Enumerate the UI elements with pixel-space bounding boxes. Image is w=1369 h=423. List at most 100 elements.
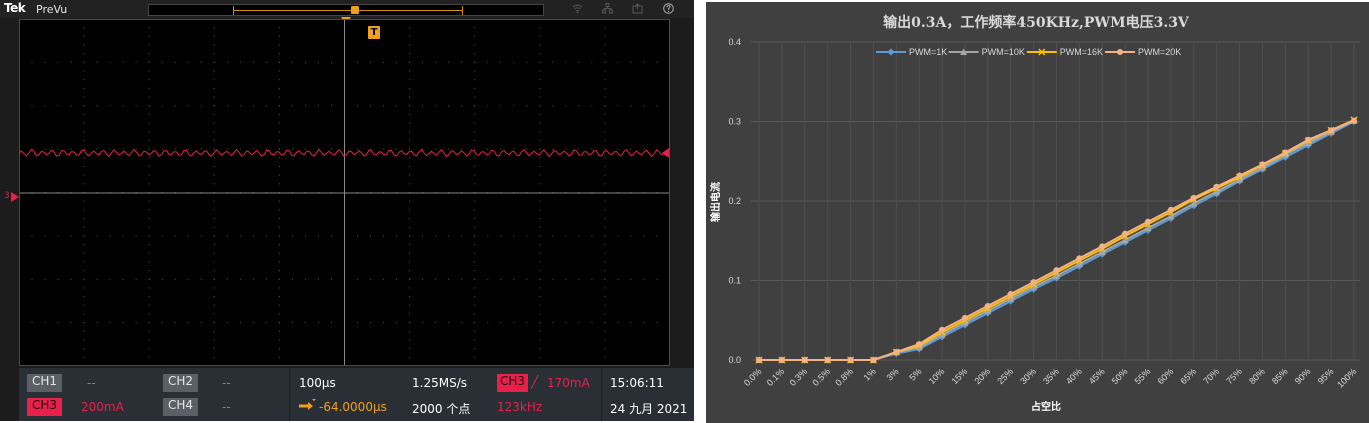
wifi-icon[interactable] <box>572 3 583 14</box>
graticule-dot <box>409 70 411 72</box>
graticule-dot <box>304 61 306 63</box>
graticule-dot <box>409 322 411 324</box>
graticule-dot <box>278 304 280 306</box>
horizontal-delay[interactable]: -64.0000µs <box>319 400 387 414</box>
graticule-dot <box>474 287 476 289</box>
trigger-point-badge[interactable]: T <box>368 26 380 39</box>
x-tick-label: 1% <box>862 366 878 382</box>
graticule-dot <box>148 79 150 81</box>
graticule-dot <box>604 287 606 289</box>
waveform-graticule[interactable] <box>19 19 670 366</box>
graticule-dot <box>617 61 619 63</box>
graticule-dot <box>474 139 476 141</box>
record-view-bar[interactable] <box>148 4 544 16</box>
graticule-dot <box>617 235 619 237</box>
trigger-source-button[interactable]: CH3 <box>497 374 529 392</box>
graticule-dot <box>604 209 606 211</box>
legend-label: PWM=16K <box>1060 47 1103 57</box>
graticule-dot <box>96 61 98 63</box>
graticule-dot <box>500 61 502 63</box>
ch3-button[interactable]: CH3 <box>27 398 63 416</box>
graticule-dot <box>317 322 319 324</box>
trigger-level-value[interactable]: 170mA <box>547 376 590 390</box>
graticule-dot <box>213 200 215 202</box>
graticule-dot <box>604 330 606 332</box>
graticule-dot <box>278 356 280 358</box>
graticule-dot <box>83 278 85 280</box>
graticule-dot <box>31 61 33 63</box>
graticule-dot <box>396 278 398 280</box>
graticule-dot <box>409 87 411 89</box>
ch3-ground-marker[interactable] <box>11 192 19 202</box>
record-window-right-bracket <box>462 6 463 15</box>
status-divider-2 <box>601 368 602 421</box>
graticule-dot <box>304 105 306 107</box>
y-tick-label: 0.1 <box>728 276 741 286</box>
x-axis-label: 占空比 <box>1031 400 1061 413</box>
series-marker <box>1351 117 1357 124</box>
graticule-dot <box>83 218 85 220</box>
ch2-button[interactable]: CH2 <box>163 374 199 392</box>
graticule-dot <box>487 148 489 150</box>
x-tick-label: 10% <box>927 366 947 386</box>
legend-label: PWM=10K <box>982 47 1025 57</box>
legend-entry[interactable]: PWM=16K <box>1026 47 1103 57</box>
graticule-dot <box>604 296 606 298</box>
x-tick-label: 0.1% <box>765 366 787 388</box>
graticule-dot <box>330 148 332 150</box>
graticule-dot <box>500 278 502 280</box>
graticule-dot <box>409 53 411 55</box>
help-icon[interactable] <box>663 3 674 14</box>
graticule-dot <box>83 96 85 98</box>
series-marker <box>801 357 808 363</box>
export-icon[interactable] <box>632 3 643 14</box>
record-length[interactable]: 2000 个点 <box>412 400 470 417</box>
network-icon[interactable] <box>602 3 613 14</box>
acquisition-mode-label: PreVu <box>36 3 68 16</box>
graticule-dot <box>83 252 85 254</box>
graticule-dot <box>474 313 476 315</box>
graticule-dot <box>213 296 215 298</box>
legend-entry[interactable]: PWM=20K <box>1105 47 1181 57</box>
graticule-dot <box>252 235 254 237</box>
graticule-dot <box>474 209 476 211</box>
graticule-dot <box>409 44 411 46</box>
graticule-dot <box>448 148 450 150</box>
graticule-dot <box>422 278 424 280</box>
timebase-value[interactable]: 100µs <box>299 376 336 390</box>
series-marker <box>1053 267 1060 274</box>
graticule-dot <box>44 322 46 324</box>
legend-entry[interactable]: PWM=1K <box>876 47 947 57</box>
trigger-level-marker[interactable] <box>662 148 669 158</box>
graticule-dot <box>148 270 150 272</box>
trigger-frequency: 123kHz <box>497 400 543 414</box>
graticule-dot <box>539 174 541 176</box>
graticule-dot <box>83 287 85 289</box>
graticule-dot <box>370 235 372 237</box>
graticule-dot <box>383 235 385 237</box>
series-marker <box>1122 230 1129 237</box>
graticule-dot <box>83 296 85 298</box>
graticule-dot <box>278 174 280 176</box>
graticule-dot <box>291 61 293 63</box>
graticule-dot <box>474 27 476 29</box>
graticule-dot <box>539 131 541 133</box>
graticule-dot <box>461 322 463 324</box>
ch1-button[interactable]: CH1 <box>27 374 63 392</box>
graticule-dot <box>422 148 424 150</box>
graticule-dot <box>161 322 163 324</box>
legend-entry[interactable]: PWM=10K <box>948 47 1025 57</box>
graticule-dot <box>383 105 385 107</box>
graticule-dot <box>135 61 137 63</box>
graticule-dot <box>148 304 150 306</box>
ch4-button[interactable]: CH4 <box>163 398 199 416</box>
graticule-dot <box>604 105 606 107</box>
graticule-dot <box>161 105 163 107</box>
graticule-dot <box>604 226 606 228</box>
graticule-dot <box>70 148 72 150</box>
graticule-dot <box>213 330 215 332</box>
graticule-dot <box>565 148 567 150</box>
graticule-dot <box>317 61 319 63</box>
graticule-dot <box>278 218 280 220</box>
graticule-dot <box>83 157 85 159</box>
